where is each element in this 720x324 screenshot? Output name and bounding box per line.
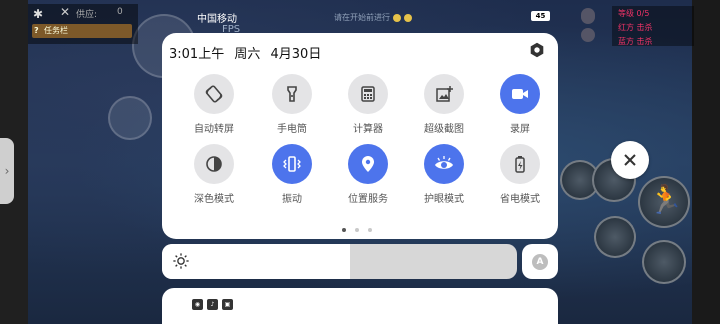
tile-label: 位置服务 — [348, 194, 388, 205]
tile-calculator[interactable]: 计算器 — [333, 74, 403, 135]
clock-time: 3:01上午 — [169, 47, 225, 62]
carrier-name: 中国移动 — [197, 14, 237, 25]
brightness-fill — [162, 244, 350, 279]
screen-record-icon — [500, 74, 540, 114]
auto-brightness-button[interactable]: A — [522, 244, 558, 279]
eye-comfort-icon — [424, 144, 464, 184]
side-drawer-handle[interactable]: › — [0, 138, 14, 204]
auto-rotate-icon — [194, 74, 234, 114]
skill-button[interactable] — [594, 216, 636, 258]
tile-label: 计算器 — [353, 124, 383, 135]
hud-resource-value: 0 — [117, 7, 123, 17]
app-notification-icon: ▣ — [222, 299, 233, 310]
tile-battery-saver[interactable]: 省电模式 — [485, 144, 555, 205]
score-row: 红方 击杀 — [618, 23, 653, 32]
brightness-slider[interactable] — [162, 244, 517, 279]
battery-icon: 45 — [531, 11, 550, 21]
weekday: 周六 — [234, 47, 261, 62]
wechat-icon: ◉ — [192, 299, 203, 310]
close-icon[interactable]: ✕ — [60, 5, 70, 19]
score-row: 等级 0/5 — [618, 9, 650, 18]
gear-icon[interactable]: ✱ — [33, 7, 43, 21]
dark-mode-icon — [194, 144, 234, 184]
tile-label: 护眼模式 — [424, 194, 464, 205]
flashlight-icon — [272, 74, 312, 114]
tile-label: 深色模式 — [194, 194, 234, 205]
tile-location[interactable]: 位置服务 — [333, 144, 403, 205]
hud-resource-label: 供应: — [76, 10, 98, 20]
auto-brightness-icon: A — [532, 253, 548, 270]
location-icon — [348, 144, 388, 184]
tile-screen-record[interactable]: 录屏 — [485, 74, 555, 135]
close-panel-button[interactable] — [611, 141, 649, 179]
control-center-panel: 3:01上午 周六 4月30日 自动转屏 手电筒 计算器 超级截图 录屏 深色模… — [162, 33, 558, 239]
microphone-icon[interactable] — [581, 8, 595, 24]
tile-vibrate[interactable]: 振动 — [257, 144, 327, 205]
tile-label: 手电筒 — [277, 124, 307, 135]
tile-dark-mode[interactable]: 深色模式 — [179, 144, 249, 205]
tile-label: 自动转屏 — [194, 124, 234, 135]
character-silhouette-icon: 🏃 — [648, 183, 683, 216]
hud-score-panel: 等级 0/5 红方 击杀 蓝方 击杀 — [612, 6, 694, 46]
app-notification-icon: ♪ — [207, 299, 218, 310]
chevron-right-icon: › — [4, 164, 10, 178]
right-letterbox — [692, 0, 720, 324]
hud-task-badge[interactable]: ? 任务栏 — [32, 24, 132, 38]
calculator-icon — [348, 74, 388, 114]
vibrate-icon — [272, 144, 312, 184]
hud-badge-label: 任务栏 — [44, 26, 68, 35]
tile-super-screenshot[interactable]: 超级截图 — [409, 74, 479, 135]
item-slot[interactable] — [108, 96, 152, 140]
page-indicator — [342, 217, 381, 236]
page-dot[interactable] — [355, 228, 359, 232]
question-icon: ? — [34, 26, 39, 35]
settings-icon[interactable] — [528, 41, 546, 59]
tile-label: 振动 — [282, 194, 302, 205]
page-dot[interactable] — [342, 228, 346, 232]
score-row: 蓝方 击杀 — [618, 37, 653, 46]
tile-label: 录屏 — [510, 124, 530, 135]
hud-status-label: 请在开始前进行 — [334, 13, 390, 22]
close-icon — [624, 154, 636, 166]
screenshot-icon — [424, 74, 464, 114]
tile-flashlight[interactable]: 手电筒 — [257, 74, 327, 135]
tile-label: 省电模式 — [500, 194, 540, 205]
sun-icon — [173, 253, 189, 269]
date-time: 3:01上午 周六 4月30日 — [169, 43, 327, 62]
notification-strip[interactable]: ◉ ♪ ▣ — [162, 288, 558, 324]
hud-status-text: 请在开始前进行 — [334, 12, 412, 23]
page-dot[interactable] — [368, 228, 372, 232]
battery-saver-icon — [500, 144, 540, 184]
date: 4月30日 — [270, 47, 322, 62]
tile-auto-rotate[interactable]: 自动转屏 — [179, 74, 249, 135]
speaker-icon[interactable] — [581, 28, 595, 42]
skill-button[interactable] — [642, 240, 686, 284]
tile-eye-comfort[interactable]: 护眼模式 — [409, 144, 479, 205]
tile-label: 超级截图 — [424, 124, 464, 135]
